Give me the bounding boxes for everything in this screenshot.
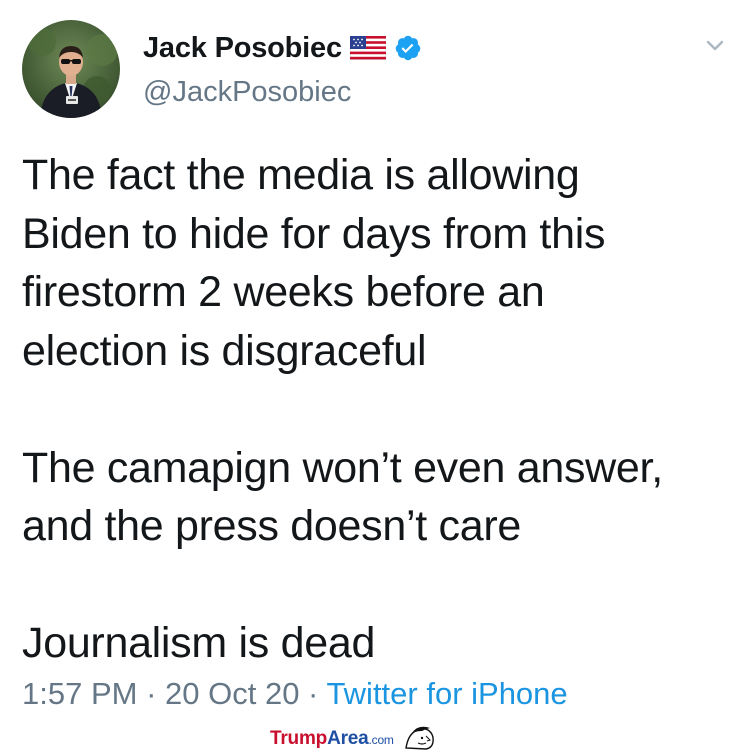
tweet-paragraph: The fact the media is allowing Biden to … bbox=[22, 146, 722, 380]
tweet-paragraph: The camapign won’t even answer, and the … bbox=[22, 439, 722, 556]
meta-separator: · bbox=[299, 676, 327, 711]
tweet-text: The fact the media is allowing Biden to … bbox=[22, 146, 722, 673]
tweet-line: Biden to hide for days from this bbox=[22, 209, 606, 258]
watermark-part-area: Area bbox=[327, 728, 369, 749]
user-handle[interactable]: @JackPosobiec bbox=[143, 76, 351, 109]
tweet-date[interactable]: 20 Oct 20 bbox=[165, 676, 299, 711]
tweet-line: The camapign won’t even answer, bbox=[22, 443, 663, 492]
watermark: TrumpArea.com bbox=[270, 722, 440, 750]
watermark-suffix: .com bbox=[368, 733, 394, 747]
profile-photo bbox=[22, 20, 120, 118]
display-name[interactable]: Jack Posobiec bbox=[143, 32, 342, 65]
tweet-line: and the press doesn’t care bbox=[22, 502, 521, 550]
watermark-text: TrumpArea.com bbox=[270, 728, 394, 750]
tweet-line: election is disgraceful bbox=[22, 326, 427, 375]
tweet-card: Jack Posobiec @JackPosobiec The fact the… bbox=[0, 0, 740, 751]
display-name-row: Jack Posobiec bbox=[143, 30, 422, 66]
verified-badge-icon bbox=[394, 34, 422, 62]
tweet-line: firestorm 2 weeks before an bbox=[22, 268, 545, 316]
caricature-icon bbox=[400, 722, 440, 750]
tweet-meta: 1:57 PM · 20 Oct 20 · Twitter for iPhone bbox=[22, 676, 568, 712]
tweet-line: The fact the media is allowing bbox=[22, 151, 580, 199]
watermark-part-trump: Trump bbox=[270, 728, 328, 749]
tweet-line: Journalism is dead bbox=[22, 619, 376, 667]
tweet-paragraph: Journalism is dead bbox=[22, 614, 722, 673]
chevron-down-icon[interactable] bbox=[700, 34, 730, 58]
us-flag-icon bbox=[349, 35, 387, 61]
tweet-source-link[interactable]: Twitter for iPhone bbox=[326, 676, 567, 711]
tweet-time[interactable]: 1:57 PM bbox=[22, 676, 137, 711]
avatar[interactable] bbox=[22, 20, 120, 118]
meta-separator: · bbox=[137, 676, 166, 711]
